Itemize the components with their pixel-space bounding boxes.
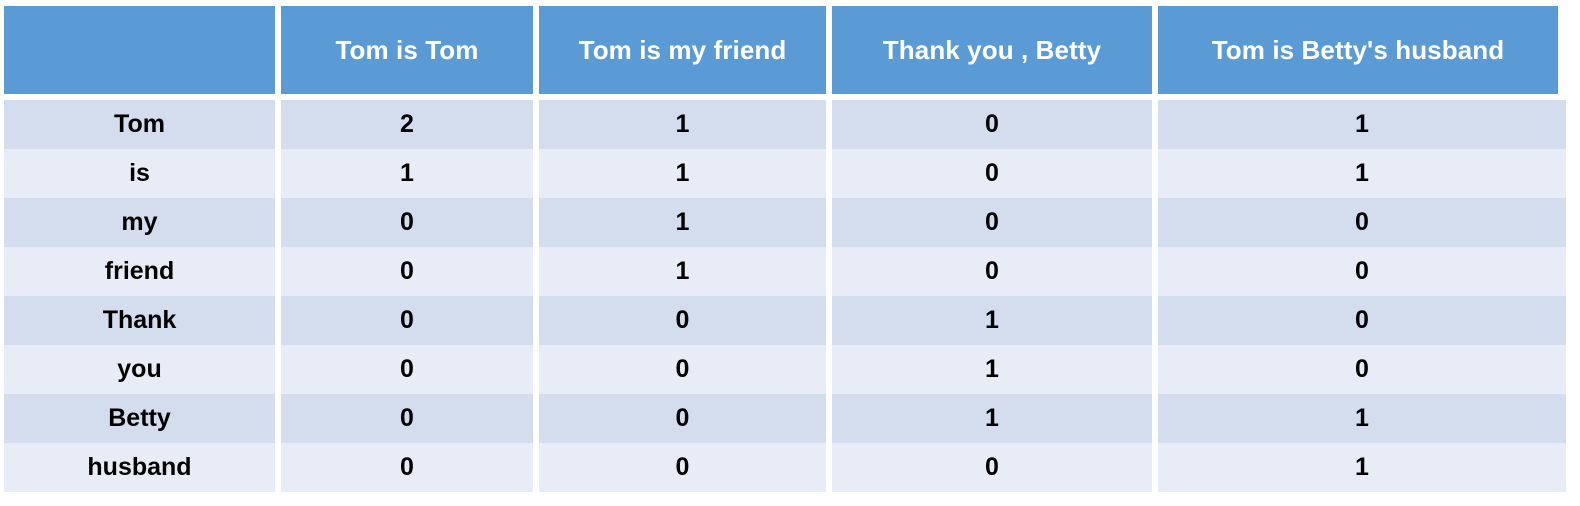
table-cell-count: 1 [1158,149,1566,198]
table-cell-count: 1 [1158,100,1566,149]
table-cell-count: 2 [281,100,533,149]
table-row: Betty 0 0 1 1 [4,394,1566,443]
table-cell-count: 0 [281,443,533,492]
table-row: husband 0 0 0 1 [4,443,1566,492]
table-cell-count: 1 [539,198,826,247]
table-cell-count: 0 [281,345,533,394]
table-cell-term: Thank [4,296,275,345]
table-cell-count: 0 [832,247,1152,296]
table-cell-count: 1 [539,247,826,296]
table-cell-count: 1 [832,345,1152,394]
table-cell-count: 1 [1158,443,1566,492]
table-cell-count: 0 [539,296,826,345]
table-header-row: Tom is Tom Tom is my friend Thank you , … [4,6,1566,94]
table-header-cell-corner [4,6,275,94]
table-cell-term: friend [4,247,275,296]
table-cell-term: Tom [4,100,275,149]
table-row: my 0 1 0 0 [4,198,1566,247]
table-cell-count: 0 [281,296,533,345]
table-header-cell-doc-2: Tom is my friend [539,6,826,94]
table-cell-count: 0 [1158,296,1566,345]
table-cell-term: husband [4,443,275,492]
table-header-cell-doc-1: Tom is Tom [281,6,533,94]
table-header-cell-doc-3: Thank you , Betty [832,6,1152,94]
table-cell-count: 1 [539,100,826,149]
term-document-matrix-table: Tom is Tom Tom is my friend Thank you , … [0,0,1580,506]
table-cell-term: Betty [4,394,275,443]
table-cell-count: 1 [539,149,826,198]
table-cell-count: 0 [539,345,826,394]
table-cell-count: 0 [832,443,1152,492]
table-row: friend 0 1 0 0 [4,247,1566,296]
table-row: Tom 2 1 0 1 [4,100,1566,149]
table-cell-count: 1 [1158,394,1566,443]
table-cell-count: 0 [281,198,533,247]
table-cell-count: 1 [832,296,1152,345]
table-cell-term: is [4,149,275,198]
table-cell-count: 0 [539,394,826,443]
table-cell-count: 1 [832,394,1152,443]
table-cell-count: 0 [832,100,1152,149]
table-header-cell-doc-4: Tom is Betty's husband [1158,6,1558,94]
table-cell-term: my [4,198,275,247]
table-cell-count: 1 [281,149,533,198]
table-row: is 1 1 0 1 [4,149,1566,198]
table-cell-term: you [4,345,275,394]
table-cell-count: 0 [539,443,826,492]
table-cell-count: 0 [1158,345,1566,394]
table-cell-count: 0 [1158,247,1566,296]
table-row: Thank 0 0 1 0 [4,296,1566,345]
table-row: you 0 0 1 0 [4,345,1566,394]
table-cell-count: 0 [1158,198,1566,247]
table-cell-count: 0 [832,198,1152,247]
table-cell-count: 0 [832,149,1152,198]
table-cell-count: 0 [281,247,533,296]
table-cell-count: 0 [281,394,533,443]
